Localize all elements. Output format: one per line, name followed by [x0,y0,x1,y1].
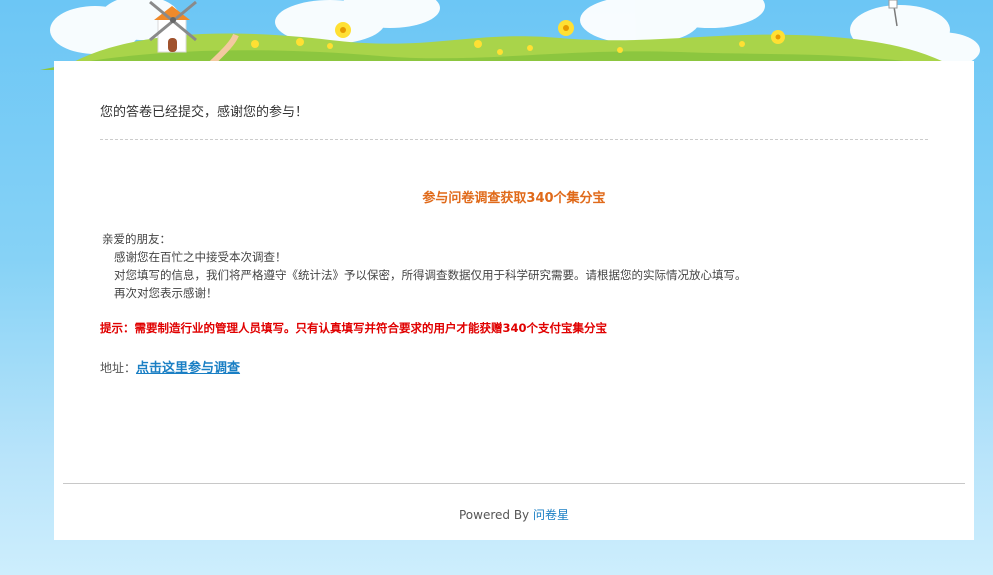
result-card: 您的答卷已经提交，感谢您的参与！ 参与问卷调查获取340个集分宝 亲爱的朋友： … [54,61,974,540]
letter-line: 感谢您在百忙之中接受本次调查！ [114,250,287,264]
promo-title: 参与问卷调查获取340个集分宝 [422,191,606,206]
header-landscape [0,0,993,70]
letter-greeting: 亲爱的朋友： [102,232,171,246]
footer-divider [63,483,965,484]
brand-link[interactable]: 问卷星 [533,508,569,522]
footer: Powered By 问卷星 [54,506,974,523]
address-row: 地址：点击这里参与调查 [100,357,240,376]
letter-body: 亲爱的朋友： 感谢您在百忙之中接受本次调查！ 对您填写的信息，我们将严格遵守《统… [102,230,747,302]
letter-line: 对您填写的信息，我们将严格遵守《统计法》予以保密，所得调查数据仅用于科学研究需要… [114,268,747,282]
thanks-message: 您的答卷已经提交，感谢您的参与！ [100,105,309,120]
powered-by-text: Powered By [458,508,530,522]
dashed-divider [100,139,928,140]
hint-text: 提示：需要制造行业的管理人员填写。只有认真填写并符合要求的用户才能获赠340个支… [100,321,607,335]
landscape-illustration [40,0,980,70]
address-label: 地址： [100,361,137,375]
survey-link[interactable]: 点击这里参与调查 [136,361,240,376]
letter-line: 再次对您表示感谢！ [114,286,218,300]
